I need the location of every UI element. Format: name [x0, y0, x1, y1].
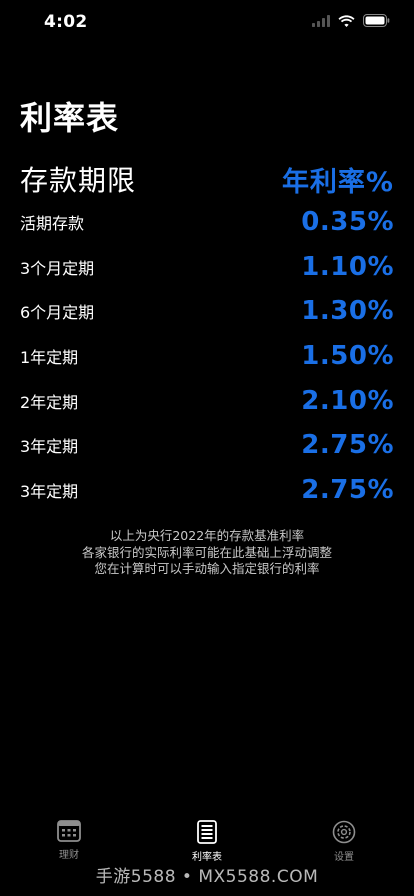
rate-row-value: 2.75%	[301, 430, 394, 461]
rate-row-value: 1.10%	[301, 251, 394, 282]
rate-notes: 以上为央行2022年的存款基准利率 各家银行的实际利率可能在此基础上浮动调整 您…	[0, 528, 414, 578]
tab-label: 利率表	[192, 852, 222, 863]
status-icons	[312, 14, 390, 27]
rate-row-term: 3年定期	[20, 437, 79, 457]
cellular-signal-icon	[312, 14, 330, 27]
rate-row-term: 3个月定期	[20, 258, 95, 278]
tab-label: 设置	[334, 852, 354, 863]
status-bar: 4:02	[0, 0, 414, 46]
watermark: 手游5588 • MX5588.COM	[95, 867, 319, 887]
status-time: 4:02	[44, 12, 88, 32]
calculator-icon	[57, 820, 81, 842]
tab-rate-table[interactable]: 利率表	[167, 820, 247, 863]
rate-row-value: 1.50%	[301, 341, 394, 372]
term-column-header: 存款期限	[20, 164, 137, 197]
tab-finance[interactable]: 理财	[29, 820, 109, 861]
rate-list: 活期存款 0.35% 3个月定期 1.10% 6个月定期 1.30% 1年定期 …	[20, 200, 394, 512]
document-list-icon	[197, 820, 217, 844]
rate-row: 3年定期 2.75%	[20, 468, 394, 513]
gear-icon	[332, 820, 356, 844]
rate-row-value: 1.30%	[301, 296, 394, 327]
rate-row: 活期存款 0.35%	[20, 200, 394, 245]
rate-row-term: 2年定期	[20, 392, 79, 412]
rate-row-value: 2.10%	[301, 385, 394, 416]
rate-row-value: 2.75%	[301, 474, 394, 505]
note-line: 您在计算时可以手动输入指定银行的利率	[94, 561, 320, 576]
tab-settings[interactable]: 设置	[304, 820, 384, 863]
rate-row: 2年定期 2.10%	[20, 378, 394, 423]
rate-row-term: 1年定期	[20, 348, 79, 368]
rate-row: 6个月定期 1.30%	[20, 289, 394, 334]
rate-row-term: 3年定期	[20, 481, 79, 501]
battery-icon	[363, 14, 390, 27]
rate-column-header: 年利率%	[281, 166, 394, 198]
tab-label: 理财	[59, 850, 79, 861]
rate-row: 3个月定期 1.10%	[20, 245, 394, 290]
rate-row-value: 0.35%	[301, 207, 394, 238]
rate-row-term: 6个月定期	[20, 303, 95, 323]
wifi-icon	[338, 14, 355, 27]
page-title: 利率表	[20, 99, 120, 137]
rate-row: 3年定期 2.75%	[20, 423, 394, 468]
rate-row-term: 活期存款	[20, 214, 85, 234]
rate-row: 1年定期 1.50%	[20, 334, 394, 379]
table-header: 存款期限 年利率%	[20, 160, 394, 198]
note-line: 以上为央行2022年的存款基准利率	[109, 528, 305, 543]
note-line: 各家银行的实际利率可能在此基础上浮动调整	[81, 544, 332, 560]
